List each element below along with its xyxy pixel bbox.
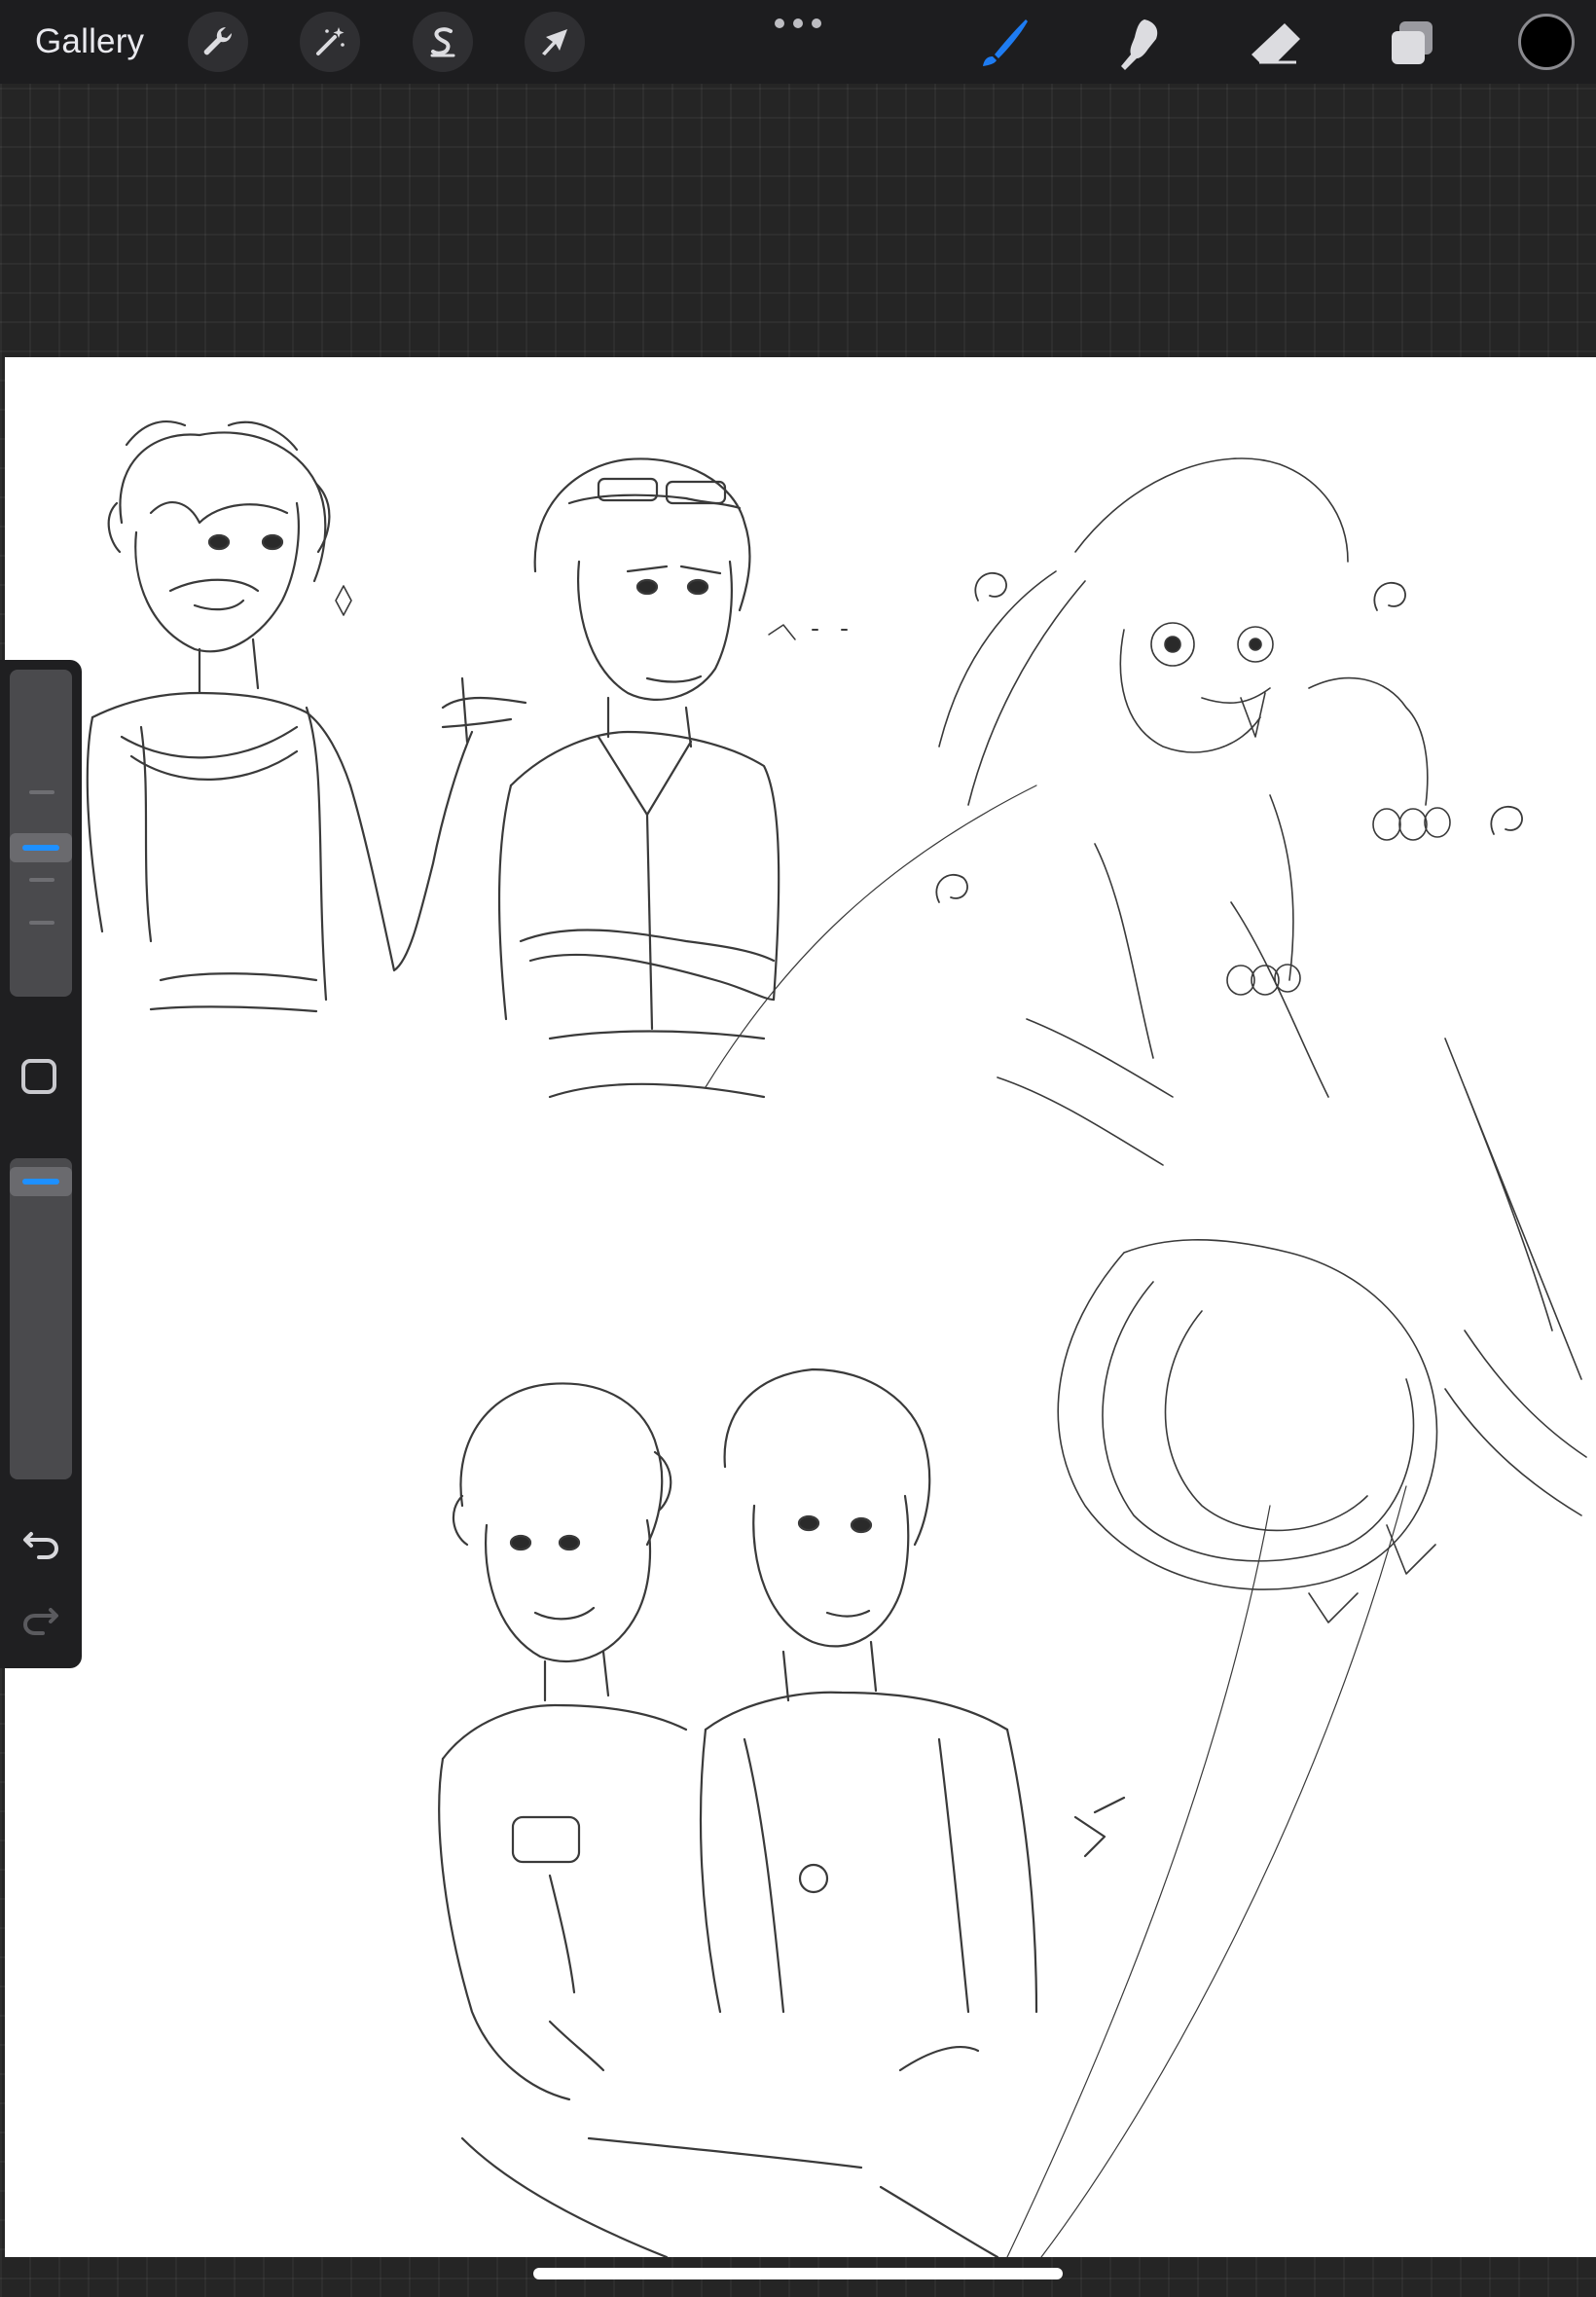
eraser-icon: [1251, 23, 1300, 64]
undo-button[interactable]: [18, 1516, 64, 1563]
opacity-thumb[interactable]: [10, 1167, 72, 1196]
transform-button[interactable]: [525, 12, 585, 72]
sketch-figure-creature: [706, 458, 1586, 2257]
sketch-drawing: [5, 357, 1596, 2257]
transform-arrow-icon: [542, 29, 567, 55]
selection-button[interactable]: [413, 12, 473, 72]
home-indicator[interactable]: [533, 2268, 1063, 2279]
gallery-button[interactable]: Gallery: [35, 18, 144, 66]
brush-tool-button[interactable]: [973, 14, 1034, 74]
modify-button[interactable]: [21, 1059, 56, 1094]
magic-wand-icon: [316, 27, 345, 55]
redo-button[interactable]: [18, 1592, 64, 1639]
layers-icon: [1392, 21, 1433, 64]
size-tick: [29, 921, 54, 925]
opacity-slider[interactable]: [10, 1158, 72, 1479]
smudge-tool-button[interactable]: [1109, 14, 1170, 74]
sketch-figure-pair: [439, 1369, 1124, 2257]
brush-size-slider[interactable]: [10, 670, 72, 997]
more-options-icon[interactable]: [775, 14, 821, 33]
sketch-figure-goggles: [499, 458, 847, 1097]
actions-button[interactable]: [188, 12, 248, 72]
redo-icon: [22, 1608, 58, 1635]
brush-size-thumb[interactable]: [10, 833, 72, 862]
smudge-icon: [1121, 19, 1158, 70]
brush-icon: [983, 19, 1028, 66]
sketch-figure-pointing: [88, 421, 526, 1011]
drawing-canvas[interactable]: [5, 357, 1596, 2257]
selection-s-icon: [430, 27, 455, 57]
adjustments-button[interactable]: [300, 12, 360, 72]
layers-button[interactable]: [1382, 14, 1442, 74]
left-sidebar: [0, 660, 82, 1668]
eraser-tool-button[interactable]: [1246, 14, 1306, 74]
wrench-icon: [203, 26, 233, 55]
undo-icon: [23, 1532, 59, 1559]
size-tick: [29, 790, 54, 794]
top-toolbar: Gallery: [0, 0, 1596, 84]
size-tick: [29, 878, 54, 882]
color-picker-button[interactable]: [1518, 14, 1575, 70]
